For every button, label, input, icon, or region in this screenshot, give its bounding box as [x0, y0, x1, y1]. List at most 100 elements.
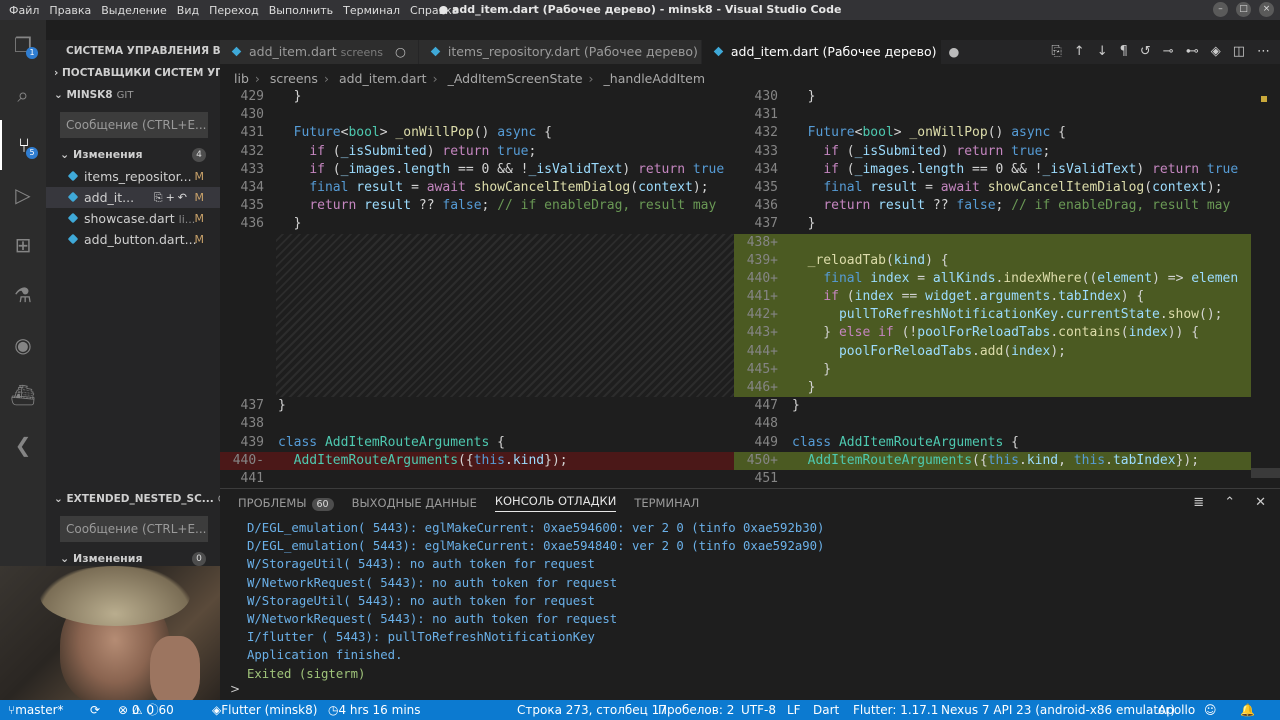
breadcrumb-class[interactable]: _AddItemScreenState [448, 71, 583, 86]
code-line[interactable]: 430 } [734, 88, 1251, 106]
changes-group[interactable]: ⌄ Изменения 4 [46, 144, 220, 166]
split-editor-icon[interactable]: ◫ [1233, 40, 1245, 64]
code-line[interactable]: 432 Future<bool> _onWillPop() async { [734, 124, 1251, 142]
code-line[interactable]: 435 final result = await showCancelItemD… [734, 179, 1251, 197]
apollo-status[interactable]: Apollo [1158, 700, 1195, 720]
code-line[interactable]: 438+ [734, 233, 1251, 252]
tab-terminal[interactable]: ТЕРМИНАЛ [634, 496, 699, 510]
commit-message-input[interactable]: Сообщение (CTRL+E... [60, 112, 208, 138]
code-line[interactable]: 432 if (_isSubmited) return true; [220, 143, 734, 161]
go-forward-icon[interactable]: ⊷ [1186, 40, 1199, 64]
run-debug-icon[interactable]: ▷ [0, 170, 46, 220]
tab-problems[interactable]: ПРОБЛЕМЫ 60 [238, 496, 334, 511]
code-line[interactable]: 429 } [220, 88, 734, 106]
code-line[interactable]: 447} [734, 397, 1251, 415]
diff-original-pane[interactable]: 429 } 430 431 Future<bool> _onWillPop() as… [220, 88, 734, 484]
maximize-icon[interactable]: □ [1236, 2, 1251, 17]
console-prompt[interactable]: > [230, 682, 240, 696]
extensions-icon[interactable]: ⊞ [0, 220, 46, 270]
breadcrumb-lib[interactable]: lib [234, 71, 249, 86]
code-line[interactable]: 445+ } [734, 360, 1251, 379]
code-line[interactable]: 434 if (_images.length == 0 && !_isValid… [734, 161, 1251, 179]
unsaved-dot-icon[interactable]: ● [948, 44, 959, 59]
branch-status[interactable]: ⑂ master* [8, 700, 64, 720]
cursor-position[interactable]: Строка 273, столбец 17 [517, 700, 667, 720]
menu-help[interactable]: Справка [405, 4, 463, 17]
maximize-panel-icon[interactable]: ⌃ [1224, 495, 1235, 510]
code-line[interactable]: 433 if (_images.length == 0 && !_isValid… [220, 161, 734, 179]
menu-file[interactable]: Файл [4, 4, 44, 17]
file-actions[interactable]: ⎘+↶ [154, 187, 190, 208]
tab-add-item-worktree[interactable]: add_item.dart (Рабочее дерево) ● [701, 40, 959, 64]
code-line[interactable]: 441+ if (index == widget.arguments.tabIn… [734, 288, 1251, 307]
close-window-icon[interactable]: × [1259, 2, 1274, 17]
code-line[interactable]: 434 final result = await showCancelItemD… [220, 179, 734, 197]
git-graph-icon[interactable]: ◉ [0, 320, 46, 370]
indentation[interactable]: Пробелов: 2 [658, 700, 734, 720]
revert-icon[interactable]: ↺ [1140, 40, 1151, 64]
close-tab-icon[interactable]: ○ [395, 44, 406, 59]
explorer-icon[interactable]: ❐ 1 [0, 20, 46, 70]
code-line[interactable]: 439+ _reloadTab(kind) { [734, 251, 1251, 270]
flutter-icon[interactable]: ◈ [1211, 40, 1221, 64]
prev-change-icon[interactable]: ↑ [1074, 40, 1085, 64]
line-endings[interactable]: LF [787, 700, 801, 720]
code-line[interactable]: 446+ } [734, 379, 1251, 398]
menu-terminal[interactable]: Терминал [338, 4, 405, 17]
menu-run[interactable]: Выполнить [264, 4, 338, 17]
code-line[interactable]: 439 class AddItemRouteArguments { [220, 434, 734, 452]
menu-selection[interactable]: Выделение [96, 4, 172, 17]
code-line[interactable]: 435 return result ?? false; // if enable… [220, 197, 734, 215]
code-line[interactable]: 440+ final index = allKinds.indexWhere((… [734, 269, 1251, 289]
device-selector[interactable]: Nexus 7 API 23 (android-x86 emulator) [941, 700, 1175, 720]
go-back-icon[interactable]: ⊸ [1163, 40, 1174, 64]
code-line[interactable]: 440- AddItemRouteArguments({this.kind}); [220, 451, 734, 471]
code-line[interactable]: 437 } [734, 215, 1251, 233]
changed-file[interactable]: showcase.dart li... M [46, 208, 220, 229]
repo-header-minsk8[interactable]: ⌄ MINSK8 GIT [46, 84, 220, 106]
code-line[interactable]: 448 [734, 415, 1251, 433]
code-line[interactable]: 442+ pullToRefreshNotificationKey.curren… [734, 306, 1251, 325]
changed-file-selected[interactable]: add_it... ⎘+↶ M [46, 187, 220, 208]
tab-debug-console[interactable]: КОНСОЛЬ ОТЛАДКИ [494, 494, 617, 512]
remote-icon[interactable]: ❮ [0, 420, 46, 470]
notifications-icon[interactable]: 🔔 [1240, 700, 1255, 720]
breadcrumb-screens[interactable]: screens [270, 71, 318, 86]
language-mode[interactable]: Dart [813, 700, 839, 720]
code-line[interactable]: 436 return result ?? false; // if enable… [734, 197, 1251, 215]
minimize-icon[interactable]: – [1213, 2, 1228, 17]
changed-file[interactable]: add_button.dart... M [46, 229, 220, 250]
code-line[interactable]: 431 Future<bool> _onWillPop() async { [220, 124, 734, 142]
menu-go[interactable]: Переход [204, 4, 264, 17]
code-line[interactable]: 430 [220, 106, 734, 124]
code-line[interactable]: 443+ } else if (!poolForReloadTabs.conta… [734, 324, 1251, 343]
breadcrumb-file[interactable]: add_item.dart [339, 71, 427, 86]
commit-message-input-2[interactable]: Сообщение (CTRL+E... [60, 516, 208, 542]
code-line[interactable]: 437} [220, 397, 734, 415]
search-icon[interactable]: ⌕ [0, 70, 46, 120]
code-line[interactable]: 438 [220, 415, 734, 433]
open-file-icon[interactable]: ⎘ [1051, 40, 1061, 64]
next-change-icon[interactable]: ↓ [1097, 40, 1108, 64]
code-line[interactable]: 436 } [220, 215, 734, 233]
menu-edit[interactable]: Правка [44, 4, 96, 17]
providers-header[interactable]: › ПОСТАВЩИКИ СИСТЕМ УП... [46, 62, 220, 84]
sync-icon[interactable]: ⟳ [90, 700, 100, 720]
source-control-icon[interactable]: ⑂ 5 [0, 120, 46, 170]
diff-modified-pane[interactable]: 430 } 431 432 Future<bool> _onWillPop() as… [734, 88, 1251, 484]
code-line[interactable]: 431 [734, 106, 1251, 124]
code-line[interactable]: 451 [734, 470, 1251, 484]
flutter-version[interactable]: Flutter: 1.17.1 [853, 700, 938, 720]
tab-output[interactable]: ВЫХОДНЫЕ ДАННЫЕ [352, 496, 477, 510]
whitespace-icon[interactable]: ¶ [1120, 40, 1128, 64]
testing-icon[interactable]: ⚗ [0, 270, 46, 320]
flutter-status[interactable]: ◈ Flutter (minsk8) [212, 700, 317, 720]
menu-view[interactable]: Вид [172, 4, 204, 17]
code-line[interactable]: 433 if (_isSubmited) return true; [734, 143, 1251, 161]
encoding[interactable]: UTF-8 [741, 700, 776, 720]
tab-items-repository[interactable]: items_repository.dart (Рабочее дерево) [418, 40, 702, 64]
repo-header-extended[interactable]: ⌄ EXTENDED_NESTED_SC...GIT [46, 488, 220, 510]
problems-status[interactable]: ⊗ 0 ⚠ 0 ⓘ 60 [118, 700, 174, 720]
code-line[interactable]: 449 class AddItemRouteArguments { [734, 434, 1251, 452]
clear-console-icon[interactable]: ≣ [1193, 495, 1204, 510]
